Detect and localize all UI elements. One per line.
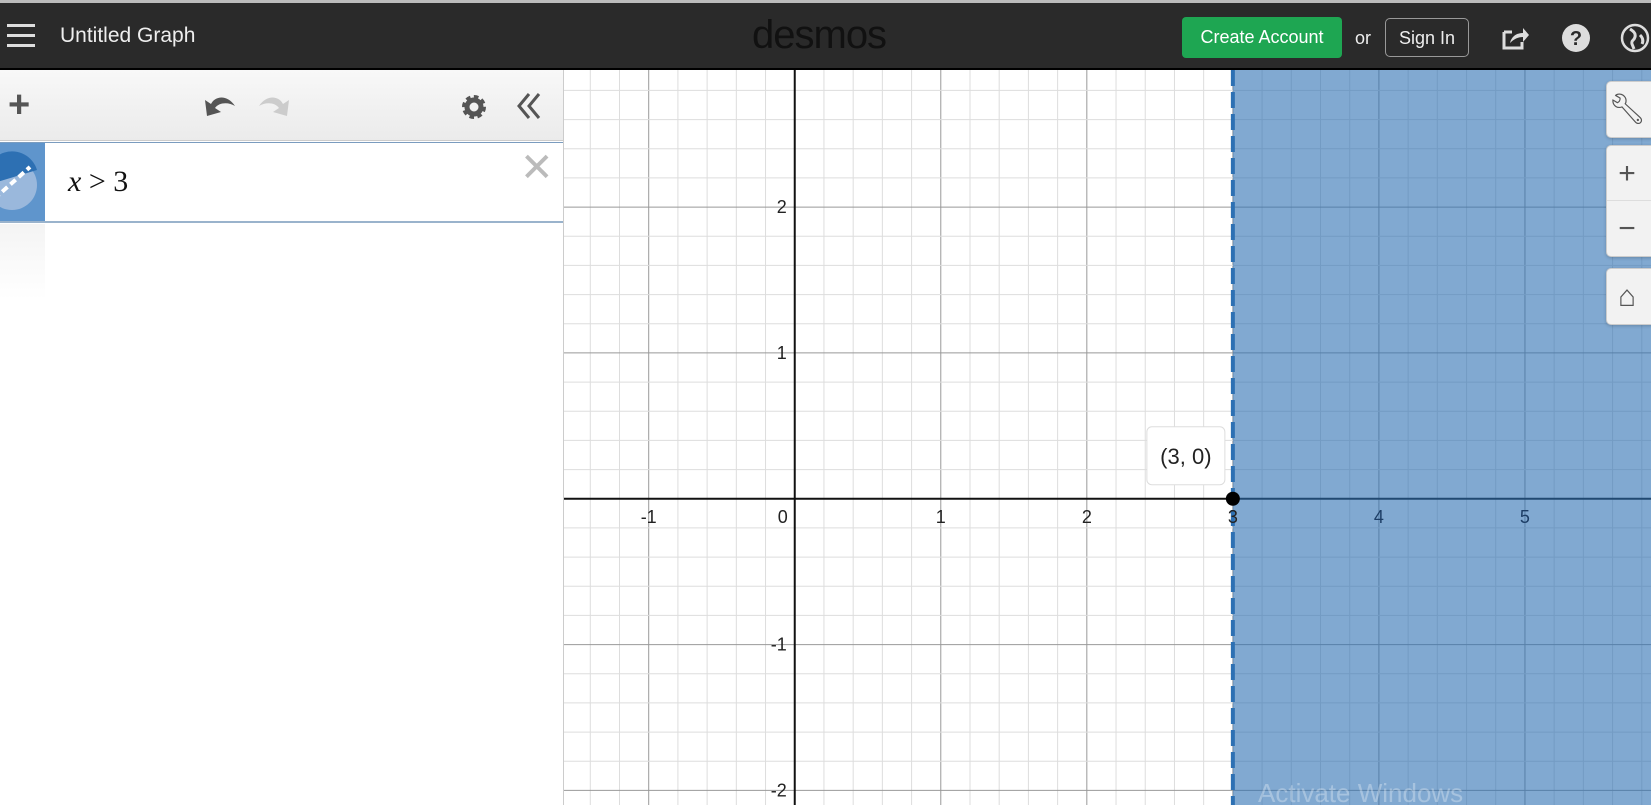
svg-text:?: ? <box>1570 28 1582 50</box>
collapse-icon[interactable] <box>515 92 543 120</box>
redo-icon[interactable] <box>257 92 291 118</box>
graph-paper[interactable]: -1 0 1 2 3 4 5 2 1 -1 -2 (3, 0) <box>563 70 1651 805</box>
default-view-button[interactable]: ⌂ <box>1606 268 1651 325</box>
share-icon[interactable] <box>1500 23 1530 53</box>
line-style-icon[interactable] <box>0 143 45 224</box>
expression-row[interactable]: x > 3 ✕ <box>0 142 563 223</box>
y-tick-label: -1 <box>771 635 787 655</box>
header: Untitled Graph desmos Create Account or … <box>0 3 1651 70</box>
graph-title[interactable]: Untitled Graph <box>60 24 195 48</box>
add-icon[interactable]: + <box>8 84 30 127</box>
zoom-controls: + − <box>1606 145 1651 257</box>
y-tick-label: 2 <box>777 197 787 217</box>
graph-settings-button[interactable]: 🔧︎ <box>1606 81 1651 138</box>
undo-icon[interactable] <box>203 92 237 118</box>
expression-input[interactable]: x > 3 <box>68 165 128 199</box>
expression-toolbar: + <box>0 70 563 141</box>
y-tick-label: -2 <box>771 780 787 800</box>
point-label: (3, 0) <box>1160 444 1211 469</box>
x-tick-label: 0 <box>778 507 788 527</box>
new-expression-strip[interactable] <box>0 224 45 300</box>
gear-icon[interactable] <box>460 93 488 121</box>
y-tick-label: 1 <box>777 343 787 363</box>
or-text: or <box>1355 28 1372 48</box>
x-tick-label: -1 <box>641 507 657 527</box>
expr-lhs: x <box>68 165 82 198</box>
graph-canvas[interactable]: -1 0 1 2 3 4 5 2 1 -1 -2 (3, 0) <box>564 70 1651 805</box>
zoom-in-button[interactable]: + <box>1607 146 1651 201</box>
wrench-icon[interactable]: 🔧︎ <box>1607 82 1651 137</box>
delete-expression-icon[interactable]: ✕ <box>520 145 554 191</box>
zoom-out-button[interactable]: − <box>1607 201 1651 256</box>
x-tick-label: 4 <box>1374 507 1384 527</box>
expr-op: > <box>88 165 106 198</box>
x-tick-label: 5 <box>1520 507 1530 527</box>
inequality-shaded-region <box>1232 70 1651 805</box>
activate-windows-watermark: Activate Windows <box>1258 778 1464 808</box>
sign-in-button[interactable]: Sign In <box>1385 18 1469 57</box>
expression-color-strip[interactable] <box>0 143 45 221</box>
expr-rhs: 3 <box>113 165 129 198</box>
home-icon[interactable]: ⌂ <box>1607 269 1651 324</box>
desmos-logo: desmos <box>752 13 887 57</box>
menu-icon[interactable] <box>7 24 35 47</box>
intercept-point <box>1225 491 1240 506</box>
globe-icon[interactable] <box>1620 23 1650 53</box>
create-account-button[interactable]: Create Account <box>1182 17 1342 58</box>
x-tick-label: 2 <box>1082 507 1092 527</box>
help-icon[interactable]: ? <box>1561 23 1591 53</box>
x-tick-label: 1 <box>936 507 946 527</box>
x-tick-label: 3 <box>1228 507 1238 527</box>
